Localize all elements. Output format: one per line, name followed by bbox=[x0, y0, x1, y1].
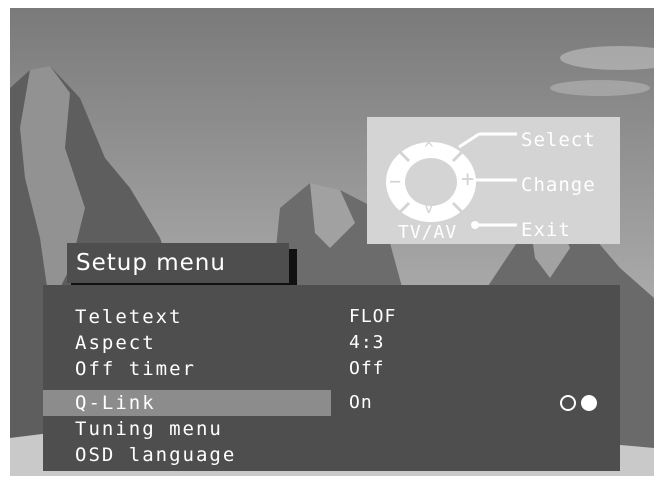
menu-item-value: Off bbox=[349, 358, 385, 379]
menu-item-label: Off timer bbox=[75, 358, 196, 380]
menu-item-q-link[interactable]: Q-Link On bbox=[43, 390, 620, 416]
plus-icon: + bbox=[461, 167, 476, 192]
tvav-key-label: TV/AV bbox=[398, 222, 458, 243]
menu-item-off-timer[interactable]: Off timer Off bbox=[43, 356, 620, 382]
menu-item-osd-language[interactable]: OSD language bbox=[43, 442, 620, 468]
menu-item-tuning-menu[interactable]: Tuning menu bbox=[43, 416, 620, 442]
exit-key-label: Exit bbox=[521, 219, 571, 241]
menu-item-value: On bbox=[349, 392, 373, 413]
select-key-label: Select bbox=[521, 129, 596, 151]
menu-item-label: Q-Link bbox=[75, 392, 156, 414]
menu-item-label: Aspect bbox=[75, 332, 156, 354]
menu-item-value: FLOF bbox=[349, 306, 397, 327]
tv-screen: ^ v − + Select Change Exit TV/AV Setup m… bbox=[10, 8, 654, 476]
menu-title-tab: Setup menu bbox=[67, 243, 289, 283]
menu-item-label: Teletext bbox=[75, 306, 183, 328]
menu-item-teletext[interactable]: Teletext FLOF bbox=[43, 304, 620, 330]
menu-item-label: OSD language bbox=[75, 444, 237, 466]
change-key-label: Change bbox=[521, 174, 596, 196]
minus-icon: − bbox=[389, 169, 403, 193]
menu-item-value: 4:3 bbox=[349, 332, 385, 353]
page-dot-empty-icon bbox=[560, 395, 576, 411]
page-dot-filled-icon bbox=[581, 395, 597, 411]
setup-menu-panel: Teletext FLOF Aspect 4:3 Off timer Off Q… bbox=[43, 285, 620, 471]
menu-item-aspect[interactable]: Aspect 4:3 bbox=[43, 330, 620, 356]
key-guide-panel: ^ v − + Select Change Exit TV/AV bbox=[367, 117, 620, 244]
down-arrow-icon: v bbox=[424, 198, 435, 217]
menu-title: Setup menu bbox=[76, 250, 226, 276]
up-arrow-icon: ^ bbox=[424, 139, 435, 158]
page-indicator bbox=[560, 395, 604, 411]
menu-item-label: Tuning menu bbox=[75, 418, 223, 440]
